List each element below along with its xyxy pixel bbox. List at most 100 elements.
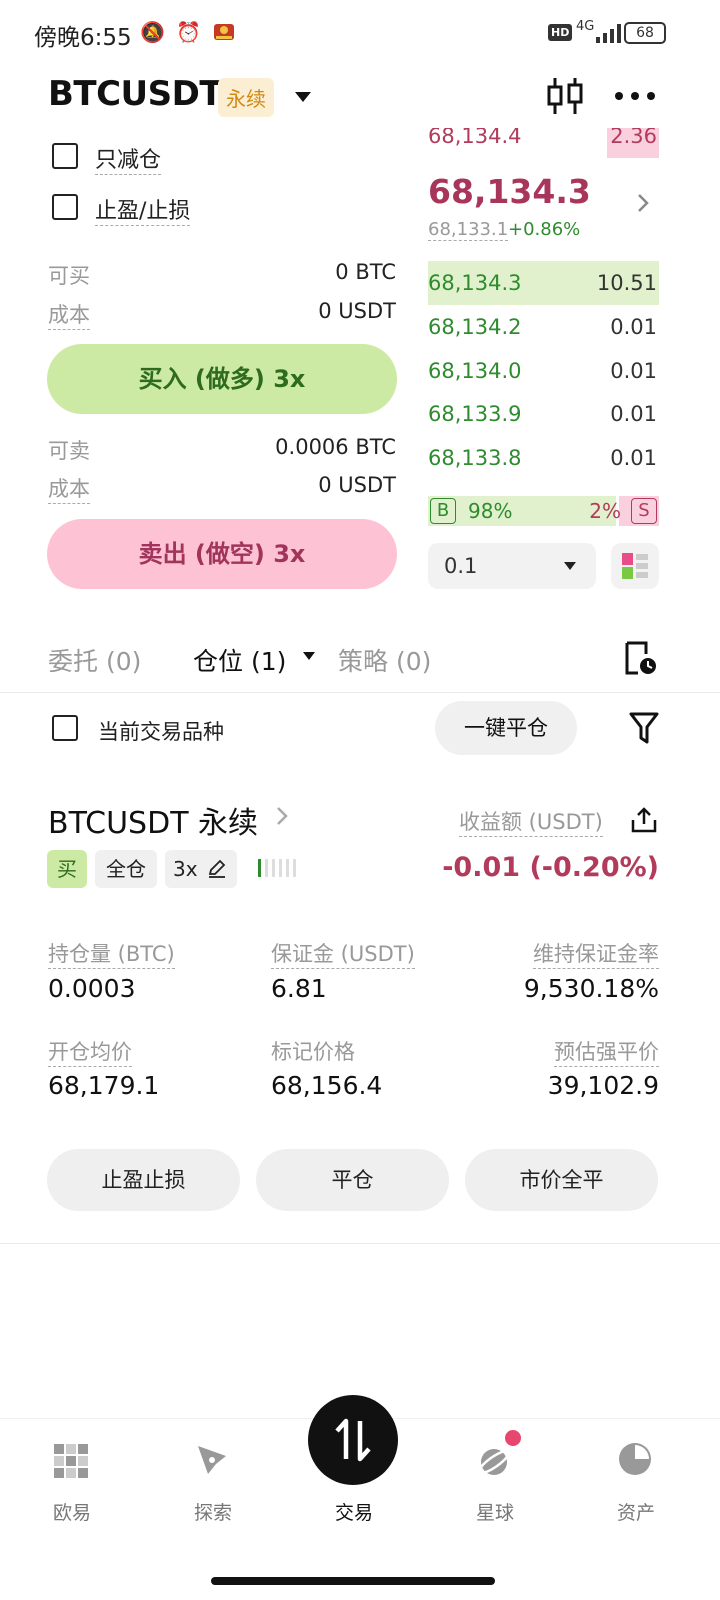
bid-qty: 0.01 xyxy=(610,446,657,470)
trade-button[interactable] xyxy=(308,1395,398,1485)
reduce-only-checkbox[interactable] xyxy=(52,143,78,169)
candlestick-chart-icon[interactable] xyxy=(545,76,585,116)
pnl-label: 收益额 (USDT) xyxy=(459,806,603,837)
pair-title[interactable]: BTCUSDT xyxy=(48,74,223,114)
nav-home[interactable]: 欧易 xyxy=(0,1420,144,1530)
bid-qty: 0.01 xyxy=(610,315,657,339)
nav-assets[interactable]: 资产 xyxy=(564,1420,708,1530)
app-notification-icon xyxy=(212,20,236,49)
position-size-value: 0.0003 xyxy=(48,974,136,1003)
card-divider xyxy=(0,1243,720,1244)
leverage-tag[interactable]: 3x xyxy=(165,850,237,888)
tab-positions[interactable]: 仓位 (1) xyxy=(193,642,286,678)
tp-sl-checkbox[interactable] xyxy=(52,194,78,220)
compass-icon xyxy=(198,1446,226,1474)
status-bar: 傍晚6:55 🔕 ⏰ HD 4G 68 xyxy=(0,0,720,70)
buy-ratio-fill xyxy=(428,496,616,526)
close-all-button[interactable]: 一键平仓 xyxy=(435,701,577,755)
bid-qty: 10.51 xyxy=(596,271,657,295)
can-sell-value: 0.0006 BTC xyxy=(275,435,396,459)
bid-price: 68,134.0 xyxy=(428,359,522,383)
depth-step-select[interactable]: 0.1 xyxy=(428,543,596,589)
sell-ratio-badge: S xyxy=(631,498,657,524)
bid-row[interactable]: 68,134.2 0.01 xyxy=(428,305,659,349)
nav-label: 星球 xyxy=(475,1502,514,1524)
nav-label: 探索 xyxy=(193,1502,232,1524)
tabs-divider xyxy=(0,692,720,693)
can-buy-value: 0 BTC xyxy=(335,260,396,284)
buy-long-button[interactable]: 买入 (做多) 3x xyxy=(47,344,397,414)
signal-icon xyxy=(596,24,621,43)
can-buy-label: 可买 xyxy=(48,264,90,288)
entry-price-label: 开仓均价 xyxy=(48,1036,132,1067)
leverage-value: 3x xyxy=(173,857,198,881)
price-change: +0.86% xyxy=(508,219,581,240)
ask-price: 68,134.4 xyxy=(428,128,522,148)
bid-row[interactable]: 68,133.9 0.01 xyxy=(428,392,659,436)
chevron-down-icon xyxy=(564,562,576,570)
alarm-icon: ⏰ xyxy=(176,20,201,44)
sell-cost-value: 0 USDT xyxy=(318,473,396,497)
nav-trade[interactable]: 交易 xyxy=(282,1395,426,1530)
liq-price-value: 39,102.9 xyxy=(547,1071,659,1100)
bid-row[interactable]: 68,134.3 10.51 xyxy=(428,261,659,305)
pie-chart-icon xyxy=(619,1443,651,1475)
pair-selector-caret-icon[interactable] xyxy=(295,92,311,102)
margin-label: 保证金 (USDT) xyxy=(271,938,415,969)
ask-row[interactable]: 68,134.4 2.36 xyxy=(428,128,659,158)
status-time: 傍晚6:55 xyxy=(34,25,132,51)
mark-price-value: 68,156.4 xyxy=(271,1071,383,1100)
bid-qty: 0.01 xyxy=(610,402,657,426)
nav-planet[interactable]: 星球 xyxy=(423,1420,567,1530)
position-size-label: 持仓量 (BTC) xyxy=(48,938,175,969)
chevron-right-icon[interactable] xyxy=(636,193,650,213)
share-icon[interactable] xyxy=(630,806,658,834)
home-indicator[interactable] xyxy=(211,1577,495,1585)
tab-strategies[interactable]: 策略 (0) xyxy=(338,642,431,678)
tp-sl-button[interactable]: 止盈止损 xyxy=(47,1149,240,1211)
bid-price: 68,133.8 xyxy=(428,446,522,470)
nav-label: 资产 xyxy=(616,1502,655,1524)
orderbook-layout-icon xyxy=(622,553,648,579)
sell-ratio: 2% xyxy=(589,499,621,523)
current-symbol-checkbox[interactable] xyxy=(52,715,78,741)
battery-icon: 68 xyxy=(624,22,666,44)
positions-dropdown-icon[interactable] xyxy=(303,652,315,660)
tab-orders[interactable]: 委托 (0) xyxy=(48,642,141,678)
current-symbol-label: 当前交易品种 xyxy=(98,720,224,744)
buy-ratio-badge: B xyxy=(430,498,456,524)
more-options-icon[interactable] xyxy=(613,90,657,102)
mark-price-label: 标记价格 xyxy=(271,1040,355,1064)
bid-row[interactable]: 68,134.0 0.01 xyxy=(428,349,659,393)
last-price: 68,134.3 xyxy=(428,172,591,211)
bid-price: 68,133.9 xyxy=(428,402,522,426)
filter-icon[interactable] xyxy=(628,710,660,746)
contract-type-badge: 永续 xyxy=(218,78,274,117)
market-close-all-button[interactable]: 市价全平 xyxy=(465,1149,658,1211)
sell-short-button[interactable]: 卖出 (做空) 3x xyxy=(47,519,397,589)
ask-qty: 2.36 xyxy=(610,128,657,148)
can-sell-label: 可卖 xyxy=(48,439,90,463)
mark-price: 68,133.1 xyxy=(428,219,509,241)
bid-price: 68,134.3 xyxy=(428,271,522,295)
bid-row[interactable]: 68,133.8 0.01 xyxy=(428,436,659,480)
chevron-right-icon[interactable] xyxy=(276,806,288,826)
orderbook-layout-button[interactable] xyxy=(611,543,659,589)
bid-price: 68,134.2 xyxy=(428,315,522,339)
network-type: 4G xyxy=(576,19,595,34)
edit-icon xyxy=(208,859,226,878)
margin-value: 6.81 xyxy=(271,974,327,1003)
nav-label: 欧易 xyxy=(52,1502,91,1524)
entry-price-value: 68,179.1 xyxy=(48,1071,160,1100)
mute-icon: 🔕 xyxy=(140,20,165,44)
hd-icon: HD xyxy=(548,24,573,41)
tp-sl-label: 止盈/止损 xyxy=(95,193,191,226)
nav-explore[interactable]: 探索 xyxy=(141,1420,285,1530)
buy-sell-ratio-bar: B 98% 2% S xyxy=(428,496,659,526)
order-history-icon[interactable] xyxy=(622,640,658,676)
bid-qty: 0.01 xyxy=(610,359,657,383)
buy-cost-value: 0 USDT xyxy=(318,299,396,323)
buy-ratio: 98% xyxy=(468,499,513,523)
close-position-button[interactable]: 平仓 xyxy=(256,1149,449,1211)
position-symbol[interactable]: BTCUSDT 永续 xyxy=(48,798,258,842)
